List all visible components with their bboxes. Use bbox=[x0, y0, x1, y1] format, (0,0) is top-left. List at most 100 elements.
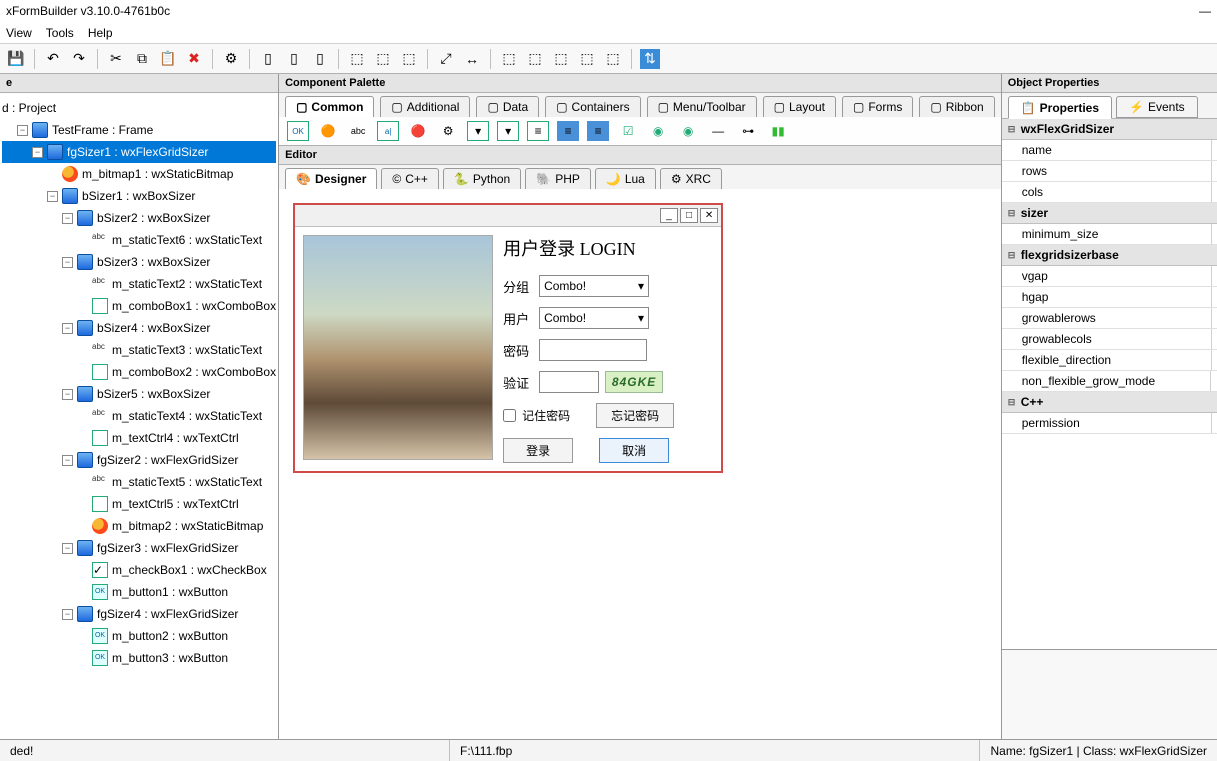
palette-tab-containers[interactable]: ▢Containers bbox=[545, 96, 640, 117]
prop-value[interactable]: wxBOTH bbox=[1212, 350, 1217, 370]
tree-toggle-icon[interactable]: − bbox=[47, 191, 58, 202]
editor-tab-lua[interactable]: 🌙Lua bbox=[595, 168, 656, 189]
tree-toggle-icon[interactable]: − bbox=[62, 323, 73, 334]
prop-row[interactable]: hgap0 bbox=[1002, 287, 1217, 308]
border-icon[interactable]: ⬚ bbox=[525, 49, 545, 69]
prop-row[interactable]: minimum_size-1; -1 bbox=[1002, 224, 1217, 245]
forgot-button[interactable]: 忘记密码 bbox=[596, 403, 674, 428]
object-tree[interactable]: d : Project−TestFrame : Frame−fgSizer1 :… bbox=[0, 93, 278, 739]
border-icon[interactable]: ⬚ bbox=[551, 49, 571, 69]
palette-tab-layout[interactable]: ▢Layout bbox=[763, 96, 836, 117]
palette-tab-ribbon[interactable]: ▢Ribbon bbox=[919, 96, 994, 117]
tree-toggle-icon[interactable]: − bbox=[62, 257, 73, 268]
tree-toggle-icon[interactable]: − bbox=[32, 147, 43, 158]
prop-category[interactable]: ⊟sizer bbox=[1002, 203, 1217, 224]
tree-item[interactable]: m_textCtrl4 : wxTextCtrl bbox=[2, 427, 276, 449]
designer-canvas[interactable]: _ □ ✕ 用户登录 LOGIN 分组 Combo!▾ 用户 Co bbox=[279, 189, 1001, 739]
bitmap-widget-icon[interactable]: 🟠 bbox=[317, 121, 339, 141]
tree-item[interactable]: −bSizer3 : wxBoxSizer bbox=[2, 251, 276, 273]
prop-value[interactable] bbox=[1212, 329, 1217, 349]
tree-item[interactable]: m_bitmap2 : wxStaticBitmap bbox=[2, 515, 276, 537]
maximize-icon[interactable]: □ bbox=[680, 208, 698, 223]
login-button[interactable]: 登录 bbox=[503, 438, 573, 463]
listbox-widget-icon[interactable]: ≡ bbox=[527, 121, 549, 141]
redo-icon[interactable]: ↷ bbox=[69, 49, 89, 69]
layout-icon[interactable]: ⬚ bbox=[399, 49, 419, 69]
user-combo[interactable]: Combo!▾ bbox=[539, 307, 649, 329]
choice-widget-icon[interactable]: ▾ bbox=[497, 121, 519, 141]
close-icon[interactable]: ✕ bbox=[700, 208, 718, 223]
tree-toggle-icon[interactable]: − bbox=[62, 213, 73, 224]
prop-category[interactable]: ⊟C++ bbox=[1002, 392, 1217, 413]
border-icon[interactable]: ⬚ bbox=[499, 49, 519, 69]
editor-tab-python[interactable]: 🐍Python bbox=[443, 168, 521, 189]
tree-item[interactable]: −fgSizer1 : wxFlexGridSizer bbox=[2, 141, 276, 163]
editor-tab-designer[interactable]: 🎨Designer bbox=[285, 168, 377, 189]
radio-widget-icon[interactable]: ◉ bbox=[647, 121, 669, 141]
swap-icon[interactable]: ⇅ bbox=[640, 49, 660, 69]
remember-checkbox[interactable] bbox=[503, 409, 516, 422]
prop-value[interactable]: 0 bbox=[1212, 287, 1217, 307]
prop-row[interactable]: growablecols bbox=[1002, 329, 1217, 350]
password-input[interactable] bbox=[539, 339, 647, 361]
palette-tab-menu/toolbar[interactable]: ▢Menu/Toolbar bbox=[647, 96, 757, 117]
tree-item[interactable]: abcm_staticText6 : wxStaticText bbox=[2, 229, 276, 251]
prop-value[interactable]: 0 bbox=[1212, 266, 1217, 286]
border-icon[interactable]: ⬚ bbox=[603, 49, 623, 69]
prop-row[interactable]: namefgSizer1 bbox=[1002, 140, 1217, 161]
tree-item[interactable]: OKm_button1 : wxButton bbox=[2, 581, 276, 603]
prop-value[interactable]: fgSizer1 bbox=[1212, 140, 1217, 160]
menu-help[interactable]: Help bbox=[88, 26, 113, 40]
menu-tools[interactable]: Tools bbox=[46, 26, 74, 40]
layout-icon[interactable]: ⬚ bbox=[347, 49, 367, 69]
paste-icon[interactable]: 📋 bbox=[158, 49, 178, 69]
prop-row[interactable]: permissionnone bbox=[1002, 413, 1217, 434]
tree-item[interactable]: −fgSizer3 : wxFlexGridSizer bbox=[2, 537, 276, 559]
tree-toggle-icon[interactable]: − bbox=[62, 609, 73, 620]
prop-value[interactable]: 2 bbox=[1212, 182, 1217, 202]
tree-item[interactable]: −bSizer4 : wxBoxSizer bbox=[2, 317, 276, 339]
prop-row[interactable]: flexible_directionwxBOTH bbox=[1002, 350, 1217, 371]
prop-value[interactable]: -1; -1 bbox=[1212, 224, 1217, 244]
align-right-icon[interactable]: ▯ bbox=[310, 49, 330, 69]
tree-item[interactable]: m_textCtrl5 : wxTextCtrl bbox=[2, 493, 276, 515]
combo-widget-icon[interactable]: ▾ bbox=[467, 121, 489, 141]
layout-icon[interactable]: ⬚ bbox=[373, 49, 393, 69]
align-left-icon[interactable]: ▯ bbox=[258, 49, 278, 69]
checkbox-widget-icon[interactable]: ☑ bbox=[617, 121, 639, 141]
tree-item[interactable]: abcm_staticText4 : wxStaticText bbox=[2, 405, 276, 427]
prop-row[interactable]: cols2 bbox=[1002, 182, 1217, 203]
button-widget-icon[interactable]: OK bbox=[287, 121, 309, 141]
delete-icon[interactable]: ✖ bbox=[184, 49, 204, 69]
cut-icon[interactable]: ✂ bbox=[106, 49, 126, 69]
tree-item[interactable]: ✓m_checkBox1 : wxCheckBox bbox=[2, 559, 276, 581]
prop-value[interactable]: 0 bbox=[1212, 161, 1217, 181]
list2-widget-icon[interactable]: ≡ bbox=[587, 121, 609, 141]
line-widget-icon[interactable]: — bbox=[707, 121, 729, 141]
minimize-icon[interactable]: _ bbox=[660, 208, 678, 223]
tree-item[interactable]: OKm_button3 : wxButton bbox=[2, 647, 276, 669]
bitmap2-widget-icon[interactable]: 🔴 bbox=[407, 121, 429, 141]
tree-toggle-icon[interactable]: − bbox=[62, 455, 73, 466]
tree-item[interactable]: −TestFrame : Frame bbox=[2, 119, 276, 141]
property-grid[interactable]: ⊟wxFlexGridSizernamefgSizer1rows0cols2⊟s… bbox=[1002, 119, 1217, 649]
expand-icon[interactable]: ⤢ bbox=[436, 49, 456, 69]
border-icon[interactable]: ⬚ bbox=[577, 49, 597, 69]
list-widget-icon[interactable]: ≡ bbox=[557, 121, 579, 141]
tab-properties[interactable]: 📋Properties bbox=[1008, 96, 1112, 119]
undo-icon[interactable]: ↶ bbox=[43, 49, 63, 69]
gear-widget-icon[interactable]: ⚙ bbox=[437, 121, 459, 141]
tab-events[interactable]: ⚡Events bbox=[1116, 96, 1198, 118]
radio2-widget-icon[interactable]: ◉ bbox=[677, 121, 699, 141]
tree-item[interactable]: −bSizer1 : wxBoxSizer bbox=[2, 185, 276, 207]
prop-row[interactable]: growablerows bbox=[1002, 308, 1217, 329]
cancel-button[interactable]: 取消 bbox=[599, 438, 669, 463]
prop-row[interactable]: rows0 bbox=[1002, 161, 1217, 182]
tree-item[interactable]: m_bitmap1 : wxStaticBitmap bbox=[2, 163, 276, 185]
prop-row[interactable]: vgap0 bbox=[1002, 266, 1217, 287]
tree-item[interactable]: abcm_staticText5 : wxStaticText bbox=[2, 471, 276, 493]
tree-item[interactable]: OKm_button2 : wxButton bbox=[2, 625, 276, 647]
prop-category[interactable]: ⊟flexgridsizerbase bbox=[1002, 245, 1217, 266]
tree-item[interactable]: −fgSizer4 : wxFlexGridSizer bbox=[2, 603, 276, 625]
align-center-icon[interactable]: ▯ bbox=[284, 49, 304, 69]
